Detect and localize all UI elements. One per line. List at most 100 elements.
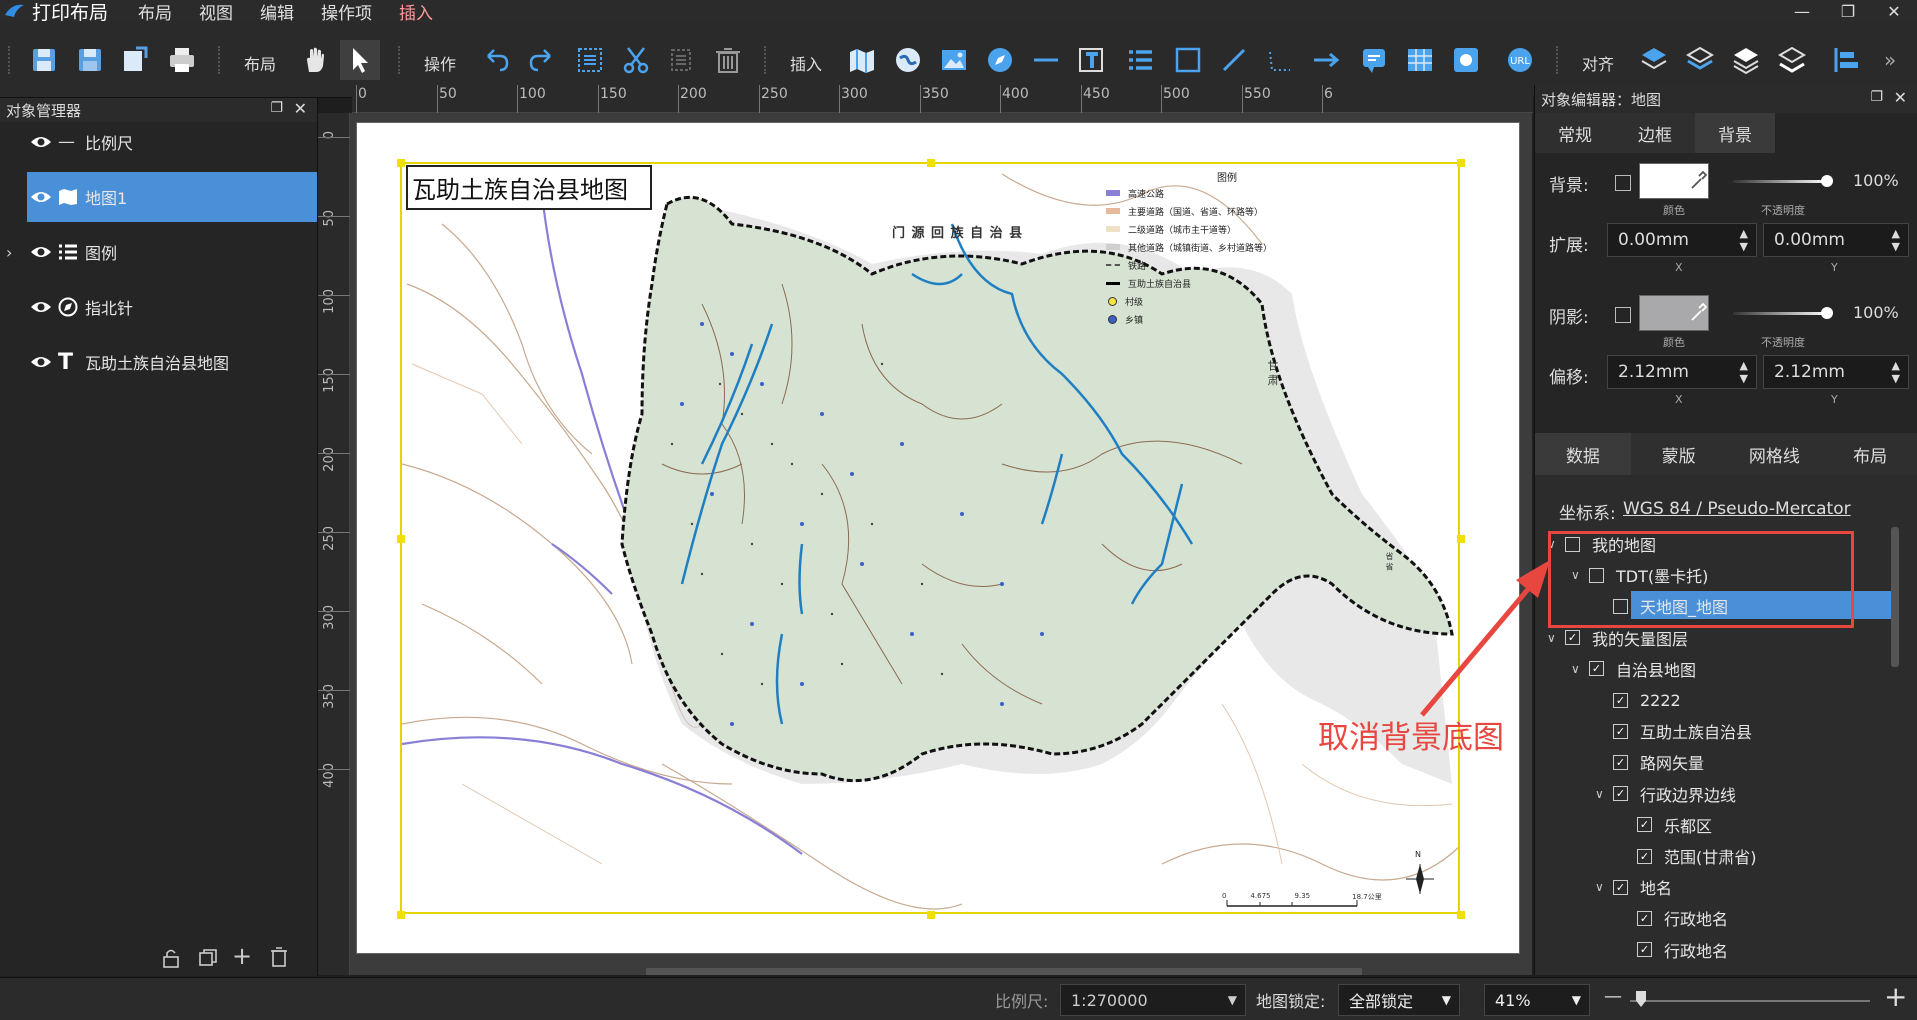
raise-layer-icon[interactable]	[1634, 40, 1674, 80]
extend-x-field[interactable]: 0.00mm ▲ ▼	[1607, 223, 1757, 257]
menu-view[interactable]: 视图	[199, 0, 233, 24]
layer-tree-item[interactable]: ✓ 乐都区	[1619, 811, 1712, 839]
insert-frame-icon[interactable]	[1446, 40, 1486, 80]
tree-item-compass[interactable]: 指北针	[0, 282, 318, 332]
layer-checkbox[interactable]: ✓	[1589, 661, 1604, 677]
minimize-button[interactable]: —	[1779, 0, 1825, 22]
menu-insert[interactable]: 插入	[399, 0, 433, 24]
layer-tree-item[interactable]: ✓ 互助土族自治县	[1595, 717, 1752, 745]
zoom-slider-track[interactable]	[1630, 1000, 1870, 1002]
visibility-eye-icon[interactable]	[30, 354, 52, 370]
layer-tree-item[interactable]: ✓ 行政地名	[1619, 936, 1728, 964]
spinner-icon[interactable]: ▲ ▼	[1740, 359, 1748, 385]
offset-y-field[interactable]: 2.12mm ▲ ▼	[1763, 355, 1909, 389]
opacity-slider[interactable]	[1733, 180, 1827, 183]
insert-compass-icon[interactable]	[980, 40, 1020, 80]
map-title-box[interactable]: 瓦助土族自治县地图	[406, 165, 652, 210]
close-panel-icon[interactable]: ✕	[1894, 88, 1907, 107]
lock-icon[interactable]	[162, 948, 180, 968]
duplicate-icon[interactable]	[198, 948, 218, 968]
menu-operations[interactable]: 操作项	[321, 0, 372, 24]
visibility-eye-icon[interactable]	[30, 299, 52, 315]
eyedropper-icon[interactable]	[1689, 171, 1707, 191]
tab-background[interactable]: 背景	[1695, 113, 1775, 153]
resize-handle[interactable]	[1457, 159, 1465, 167]
zoom-out-button[interactable]: —	[1604, 986, 1622, 1007]
insert-note-icon[interactable]	[1354, 40, 1394, 80]
crs-link[interactable]: WGS 84 / Pseudo-Mercator	[1623, 499, 1851, 519]
scale-select[interactable]: 1:270000 ▼	[1060, 984, 1246, 1016]
insert-globe-icon[interactable]	[888, 40, 928, 80]
resize-handle[interactable]	[927, 911, 935, 919]
map-legend[interactable]: 图例 高速公路 主要道路（国道、省道、环路等） 二级道路（城市主干道等） 其他道路（城…	[1102, 169, 1312, 339]
layer-checkbox[interactable]: ✓	[1637, 848, 1652, 864]
visibility-eye-icon[interactable]	[30, 244, 52, 260]
cut-icon[interactable]	[616, 40, 656, 80]
tab-data[interactable]: 数据	[1535, 433, 1631, 475]
visibility-eye-icon[interactable]	[30, 189, 52, 205]
resize-handle[interactable]	[927, 159, 935, 167]
tree-item-legend[interactable]: › 图例	[0, 227, 318, 277]
shadow-opacity-handle[interactable]	[1821, 307, 1833, 319]
lower-layer-icon[interactable]	[1680, 40, 1720, 80]
layer-checkbox[interactable]: ✓	[1613, 723, 1628, 739]
offset-x-field[interactable]: 2.12mm ▲ ▼	[1607, 355, 1757, 389]
toolbar-overflow-icon[interactable]: »	[1884, 48, 1896, 72]
menu-layout[interactable]: 布局	[138, 0, 172, 24]
resize-handle[interactable]	[397, 535, 405, 543]
insert-text-icon[interactable]	[1072, 40, 1112, 80]
redo-icon[interactable]	[522, 40, 562, 80]
tab-general[interactable]: 常规	[1535, 113, 1615, 153]
spinner-icon[interactable]: ▲ ▼	[1892, 359, 1900, 385]
insert-table-icon[interactable]	[1400, 40, 1440, 80]
resize-handle[interactable]	[397, 159, 405, 167]
float-panel-icon[interactable]: ❐	[270, 100, 283, 116]
layer-tree-item[interactable]: ∨ ✓ 自治县地图	[1571, 655, 1696, 683]
zoom-slider-handle[interactable]	[1636, 991, 1646, 1007]
layer-checkbox[interactable]: ✓	[1637, 817, 1652, 833]
zoom-in-button[interactable]: +	[1884, 980, 1907, 1013]
opacity-slider-handle[interactable]	[1821, 175, 1833, 187]
tree-item-scalebar[interactable]: — 比例尺	[0, 117, 318, 167]
layer-tree-item[interactable]: ✓ 2222	[1595, 686, 1681, 714]
tree-item-title-text[interactable]: T 瓦助土族自治县地图	[0, 337, 318, 387]
layer-checkbox[interactable]: ✓	[1613, 786, 1628, 802]
resize-handle[interactable]	[397, 911, 405, 919]
insert-image-icon[interactable]	[934, 40, 974, 80]
copy-icon[interactable]	[662, 40, 702, 80]
align-left-icon[interactable]	[1826, 40, 1866, 80]
expand-chevron-icon[interactable]: ∨	[1595, 787, 1613, 801]
spinner-icon[interactable]: ▲ ▼	[1892, 227, 1900, 253]
undo-icon[interactable]	[476, 40, 516, 80]
tab-mask[interactable]: 蒙版	[1630, 433, 1727, 475]
layer-tree-item[interactable]: ✓ 行政地名	[1619, 904, 1728, 932]
tree-item-map1[interactable]: 地图1	[0, 172, 318, 222]
visibility-eye-icon[interactable]	[30, 134, 52, 150]
insert-legend-icon[interactable]	[1120, 40, 1160, 80]
extend-y-field[interactable]: 0.00mm ▲ ▼	[1763, 223, 1909, 257]
insert-web-icon[interactable]: URL	[1500, 40, 1540, 80]
save-as-icon[interactable]	[70, 40, 110, 80]
insert-scalebar-icon[interactable]	[1026, 40, 1066, 80]
menu-edit[interactable]: 编辑	[260, 0, 294, 24]
resize-handle[interactable]	[1457, 911, 1465, 919]
layer-checkbox[interactable]: ✓	[1613, 879, 1628, 895]
insert-rectangle-icon[interactable]	[1168, 40, 1208, 80]
zoom-select[interactable]: 41% ▼	[1484, 984, 1590, 1016]
send-back-icon[interactable]	[1772, 40, 1812, 80]
map-frame[interactable]: 门 源 回 族 自 治 县 甘 肃 省 省 图例 高速公路 主要道路（国道、省道、…	[400, 162, 1460, 914]
add-item-icon[interactable]: +	[232, 942, 252, 970]
layer-tree-item[interactable]: ∨ ✓ 行政边界边线	[1595, 780, 1736, 808]
insert-map-icon[interactable]	[842, 40, 882, 80]
restore-button[interactable]: ❐	[1825, 0, 1871, 22]
close-panel-icon[interactable]: ✕	[294, 99, 307, 118]
export-icon[interactable]	[114, 40, 154, 80]
float-panel-icon[interactable]: ❐	[1870, 89, 1883, 105]
layer-tree-item[interactable]: ∨ ✓ 地名	[1595, 873, 1672, 901]
layer-tree-scrollbar[interactable]	[1891, 527, 1899, 667]
background-checkbox[interactable]	[1615, 175, 1631, 191]
layer-tree-item[interactable]: ✓ 范围(甘肃省)	[1619, 842, 1757, 870]
layer-checkbox[interactable]: ✓	[1613, 754, 1628, 770]
shadow-opacity-slider[interactable]	[1733, 312, 1827, 315]
layer-checkbox[interactable]: ✓	[1637, 942, 1652, 958]
